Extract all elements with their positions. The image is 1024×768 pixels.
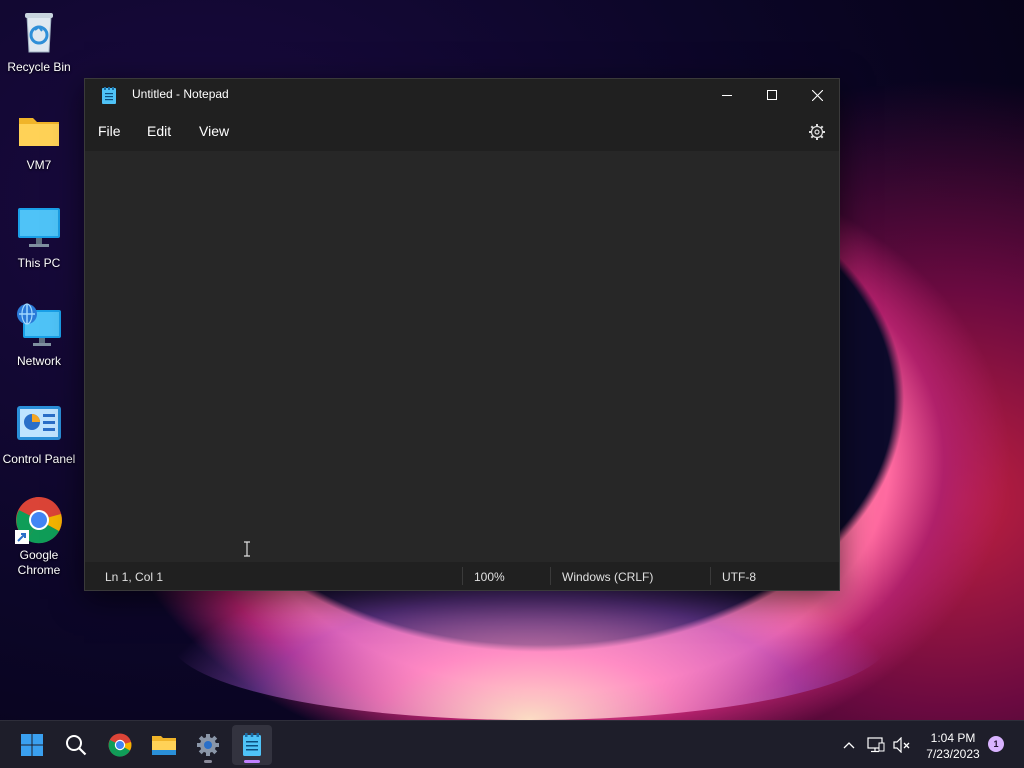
title-bar[interactable]: Untitled - Notepad (85, 79, 839, 111)
taskbar-file-explorer-button[interactable] (144, 725, 184, 765)
status-divider (710, 567, 711, 585)
clock-date: 7/23/2023 (926, 747, 980, 761)
desktop-icon-network[interactable]: Network (0, 302, 78, 369)
search-icon (66, 735, 87, 756)
desktop-icon-label: Recycle Bin (7, 60, 71, 74)
start-icon (21, 734, 43, 756)
file-explorer-icon (152, 736, 176, 755)
taskbar: 1:04 PM 7/23/2023 (0, 720, 1024, 768)
desktop-icon-label: This PC (17, 256, 61, 270)
window-title: Untitled - Notepad (132, 87, 229, 101)
network-icon (15, 302, 63, 350)
menu-view[interactable]: View (199, 123, 229, 139)
menu-bar: File Edit View (85, 111, 839, 151)
search-button[interactable] (56, 725, 96, 765)
control-panel-icon (15, 400, 63, 448)
minimize-icon (722, 95, 732, 96)
minimize-button[interactable] (704, 79, 750, 111)
network-status-icon (867, 737, 885, 753)
maximize-button[interactable] (749, 79, 795, 111)
cursor-position: Ln 1, Col 1 (105, 570, 164, 584)
clock-time: 1:04 PM (930, 731, 976, 745)
status-bar: Ln 1, Col 1 100% Windows (CRLF) UTF-8 (85, 562, 839, 590)
encoding[interactable]: UTF-8 (722, 570, 756, 584)
taskbar-notepad-button[interactable] (232, 725, 272, 765)
menu-file[interactable]: File (98, 123, 121, 139)
zoom-level[interactable]: 100% (474, 570, 505, 584)
settings-gear-icon[interactable] (808, 123, 826, 141)
desktop-icon-label: Google Chrome (17, 548, 61, 577)
status-divider (550, 567, 551, 585)
close-button[interactable] (794, 79, 840, 111)
close-icon (811, 89, 823, 101)
desktop-icon-this-pc[interactable]: This PC (0, 204, 78, 271)
start-button[interactable] (12, 725, 52, 765)
desktop-icon-recycle-bin[interactable]: Recycle Bin (0, 8, 78, 75)
text-editor[interactable] (85, 151, 839, 559)
chevron-up-icon (843, 742, 855, 749)
notification-badge[interactable]: 1 (988, 736, 1004, 752)
network-status-button[interactable] (864, 721, 888, 768)
taskbar-chrome-button[interactable] (100, 725, 140, 765)
clock[interactable]: 1:04 PM 7/23/2023 (918, 730, 988, 762)
chrome-icon (15, 496, 63, 544)
chrome-icon (108, 733, 132, 757)
desktop-icon-label: Network (16, 354, 61, 368)
desktop-icon-label: Control Panel (2, 452, 76, 466)
line-ending[interactable]: Windows (CRLF) (562, 570, 653, 584)
status-divider (462, 567, 463, 585)
volume-muted-icon (893, 737, 910, 753)
recycle-bin-icon (15, 8, 63, 56)
desktop-icon-control-panel[interactable]: Control Panel (0, 400, 78, 467)
menu-edit[interactable]: Edit (147, 123, 171, 139)
desktop-icon-label: VM7 (26, 158, 52, 172)
running-indicator (204, 760, 212, 763)
notepad-icon (102, 87, 116, 104)
show-hidden-icons-button[interactable] (838, 721, 860, 768)
notepad-window[interactable]: Untitled - Notepad File Edit View Ln 1, … (84, 78, 840, 591)
desktop-icon-vm7[interactable]: VM7 (0, 106, 78, 173)
monitor-icon (15, 204, 63, 252)
desktop-icon-google-chrome[interactable]: Google Chrome (0, 496, 78, 578)
text-cursor-icon (242, 541, 252, 557)
maximize-icon (767, 90, 777, 100)
notepad-icon (243, 733, 261, 756)
folder-icon (15, 106, 63, 154)
settings-icon (197, 734, 219, 756)
volume-button[interactable] (890, 721, 914, 768)
active-window-indicator (244, 760, 260, 763)
taskbar-settings-button[interactable] (188, 725, 228, 765)
